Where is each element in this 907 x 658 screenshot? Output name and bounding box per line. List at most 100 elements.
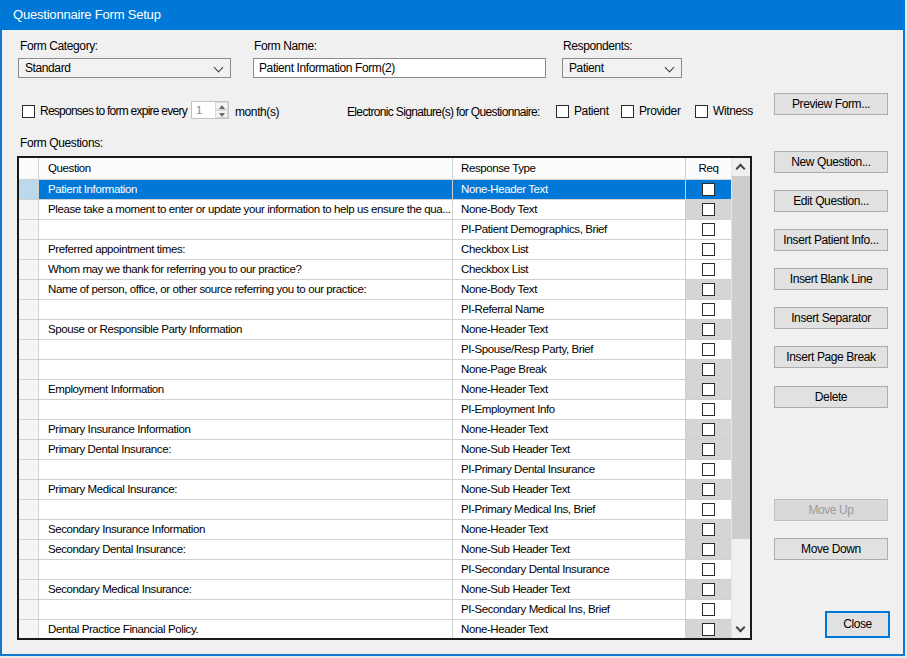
question-cell[interactable]: Please take a moment to enter or update …: [39, 200, 453, 220]
title-bar[interactable]: Questionnaire Form Setup: [0, 0, 905, 30]
insert-page-break-button[interactable]: Insert Page Break: [774, 346, 888, 368]
question-cell[interactable]: Secondary Insurance Information: [39, 520, 453, 540]
table-row[interactable]: PI-Secondary Medical Ins, Brief: [19, 600, 731, 620]
question-cell[interactable]: [39, 360, 453, 380]
row-selector-cell[interactable]: [19, 420, 39, 440]
response-type-cell[interactable]: None-Sub Header Text: [453, 540, 686, 560]
stepper-down-button[interactable]: [215, 110, 228, 118]
response-type-cell[interactable]: PI-Employment Info: [453, 400, 686, 420]
table-row[interactable]: Spouse or Responsible Party InformationN…: [19, 320, 731, 340]
req-checkbox[interactable]: [702, 463, 715, 476]
question-cell[interactable]: [39, 500, 453, 520]
form-category-select[interactable]: Standard: [18, 58, 231, 78]
question-cell[interactable]: [39, 300, 453, 320]
response-type-cell[interactable]: None-Header Text: [453, 520, 686, 540]
insert-separator-button[interactable]: Insert Separator: [774, 307, 888, 329]
response-type-cell[interactable]: PI-Primary Medical Ins, Brief: [453, 500, 686, 520]
req-checkbox[interactable]: [702, 563, 715, 576]
question-cell[interactable]: [39, 340, 453, 360]
expire-checkbox[interactable]: [22, 105, 35, 118]
table-row[interactable]: PI-Secondary Dental Insurance: [19, 560, 731, 580]
table-row[interactable]: Primary Insurance InformationNone-Header…: [19, 420, 731, 440]
row-selector-cell[interactable]: [19, 620, 39, 638]
response-type-cell[interactable]: PI-Secondary Dental Insurance: [453, 560, 686, 580]
response-type-cell[interactable]: None-Header Text: [453, 380, 686, 400]
response-type-cell[interactable]: PI-Secondary Medical Ins, Brief: [453, 600, 686, 620]
response-type-cell[interactable]: None-Sub Header Text: [453, 480, 686, 500]
esign-provider-checkbox[interactable]: [621, 105, 634, 118]
row-selector-cell[interactable]: [19, 200, 39, 220]
table-row[interactable]: PI-Primary Medical Ins, Brief: [19, 500, 731, 520]
vertical-scrollbar[interactable]: [731, 158, 750, 638]
esign-patient-checkbox[interactable]: [556, 105, 569, 118]
insert-patient-info-button[interactable]: Insert Patient Info...: [774, 229, 888, 251]
form-name-input[interactable]: Patient Information Form(2): [253, 58, 546, 78]
esign-witness-checkbox[interactable]: [695, 105, 708, 118]
response-type-cell[interactable]: None-Header Text: [453, 420, 686, 440]
row-selector-cell[interactable]: [19, 600, 39, 620]
question-cell[interactable]: Dental Practice Financial Policy.: [39, 620, 453, 638]
respondents-select[interactable]: Patient: [562, 58, 682, 78]
new-question-button[interactable]: New Question...: [774, 151, 888, 173]
row-selector-cell[interactable]: [19, 380, 39, 400]
question-cell[interactable]: Employment Information: [39, 380, 453, 400]
row-selector-cell[interactable]: [19, 320, 39, 340]
response-type-cell[interactable]: None-Header Text: [453, 180, 686, 200]
question-cell[interactable]: [39, 400, 453, 420]
scroll-up-button[interactable]: [732, 158, 750, 175]
response-type-cell[interactable]: None-Header Text: [453, 620, 686, 638]
row-selector-cell[interactable]: [19, 240, 39, 260]
question-cell[interactable]: Primary Dental Insurance:: [39, 440, 453, 460]
row-selector-cell[interactable]: [19, 580, 39, 600]
row-selector-cell[interactable]: [19, 340, 39, 360]
table-row[interactable]: Primary Dental Insurance:None-Sub Header…: [19, 440, 731, 460]
response-type-cell[interactable]: None-Page Break: [453, 360, 686, 380]
table-row[interactable]: Preferred appointment times:Checkbox Lis…: [19, 240, 731, 260]
row-selector-cell[interactable]: [19, 500, 39, 520]
table-row[interactable]: Whom may we thank for referring you to o…: [19, 260, 731, 280]
question-cell[interactable]: Name of person, office, or other source …: [39, 280, 453, 300]
response-type-cell[interactable]: PI-Primary Dental Insurance: [453, 460, 686, 480]
move-down-button[interactable]: Move Down: [774, 538, 888, 560]
stepper-up-button[interactable]: [215, 102, 228, 110]
question-cell[interactable]: [39, 560, 453, 580]
row-selector-cell[interactable]: [19, 280, 39, 300]
table-row[interactable]: Secondary Insurance InformationNone-Head…: [19, 520, 731, 540]
row-selector-cell[interactable]: [19, 360, 39, 380]
row-selector-cell[interactable]: [19, 440, 39, 460]
question-cell[interactable]: Primary Medical Insurance:: [39, 480, 453, 500]
table-row[interactable]: Employment InformationNone-Header Text: [19, 380, 731, 400]
table-row[interactable]: PI-Referral Name: [19, 300, 731, 320]
response-type-cell[interactable]: None-Body Text: [453, 200, 686, 220]
row-selector-cell[interactable]: [19, 180, 39, 200]
table-row[interactable]: Primary Medical Insurance:None-Sub Heade…: [19, 480, 731, 500]
table-row[interactable]: PI-Employment Info: [19, 400, 731, 420]
table-row[interactable]: Patient InformationNone-Header Text: [19, 180, 731, 200]
row-selector-cell[interactable]: [19, 220, 39, 240]
table-row[interactable]: Name of person, office, or other source …: [19, 280, 731, 300]
req-checkbox[interactable]: [702, 343, 715, 356]
scroll-down-button[interactable]: [732, 621, 750, 638]
response-type-cell[interactable]: None-Body Text: [453, 280, 686, 300]
table-row[interactable]: Secondary Dental Insurance:None-Sub Head…: [19, 540, 731, 560]
req-checkbox[interactable]: [702, 403, 715, 416]
req-checkbox[interactable]: [702, 503, 715, 516]
table-row[interactable]: None-Page Break: [19, 360, 731, 380]
response-type-cell[interactable]: PI-Referral Name: [453, 300, 686, 320]
question-cell[interactable]: Secondary Medical Insurance:: [39, 580, 453, 600]
question-cell[interactable]: Primary Insurance Information: [39, 420, 453, 440]
scrollbar-thumb[interactable]: [732, 176, 750, 539]
delete-button[interactable]: Delete: [774, 386, 888, 408]
question-cell[interactable]: Whom may we thank for referring you to o…: [39, 260, 453, 280]
response-type-cell[interactable]: Checkbox List: [453, 260, 686, 280]
question-cell[interactable]: [39, 220, 453, 240]
edit-question-button[interactable]: Edit Question...: [774, 190, 888, 212]
table-row[interactable]: PI-Spouse/Resp Party, Brief: [19, 340, 731, 360]
row-selector-cell[interactable]: [19, 540, 39, 560]
question-cell[interactable]: [39, 460, 453, 480]
row-selector-cell[interactable]: [19, 300, 39, 320]
table-row[interactable]: Secondary Medical Insurance:None-Sub Hea…: [19, 580, 731, 600]
preview-form-button[interactable]: Preview Form...: [774, 93, 888, 115]
response-type-cell[interactable]: PI-Spouse/Resp Party, Brief: [453, 340, 686, 360]
req-checkbox[interactable]: [702, 603, 715, 616]
